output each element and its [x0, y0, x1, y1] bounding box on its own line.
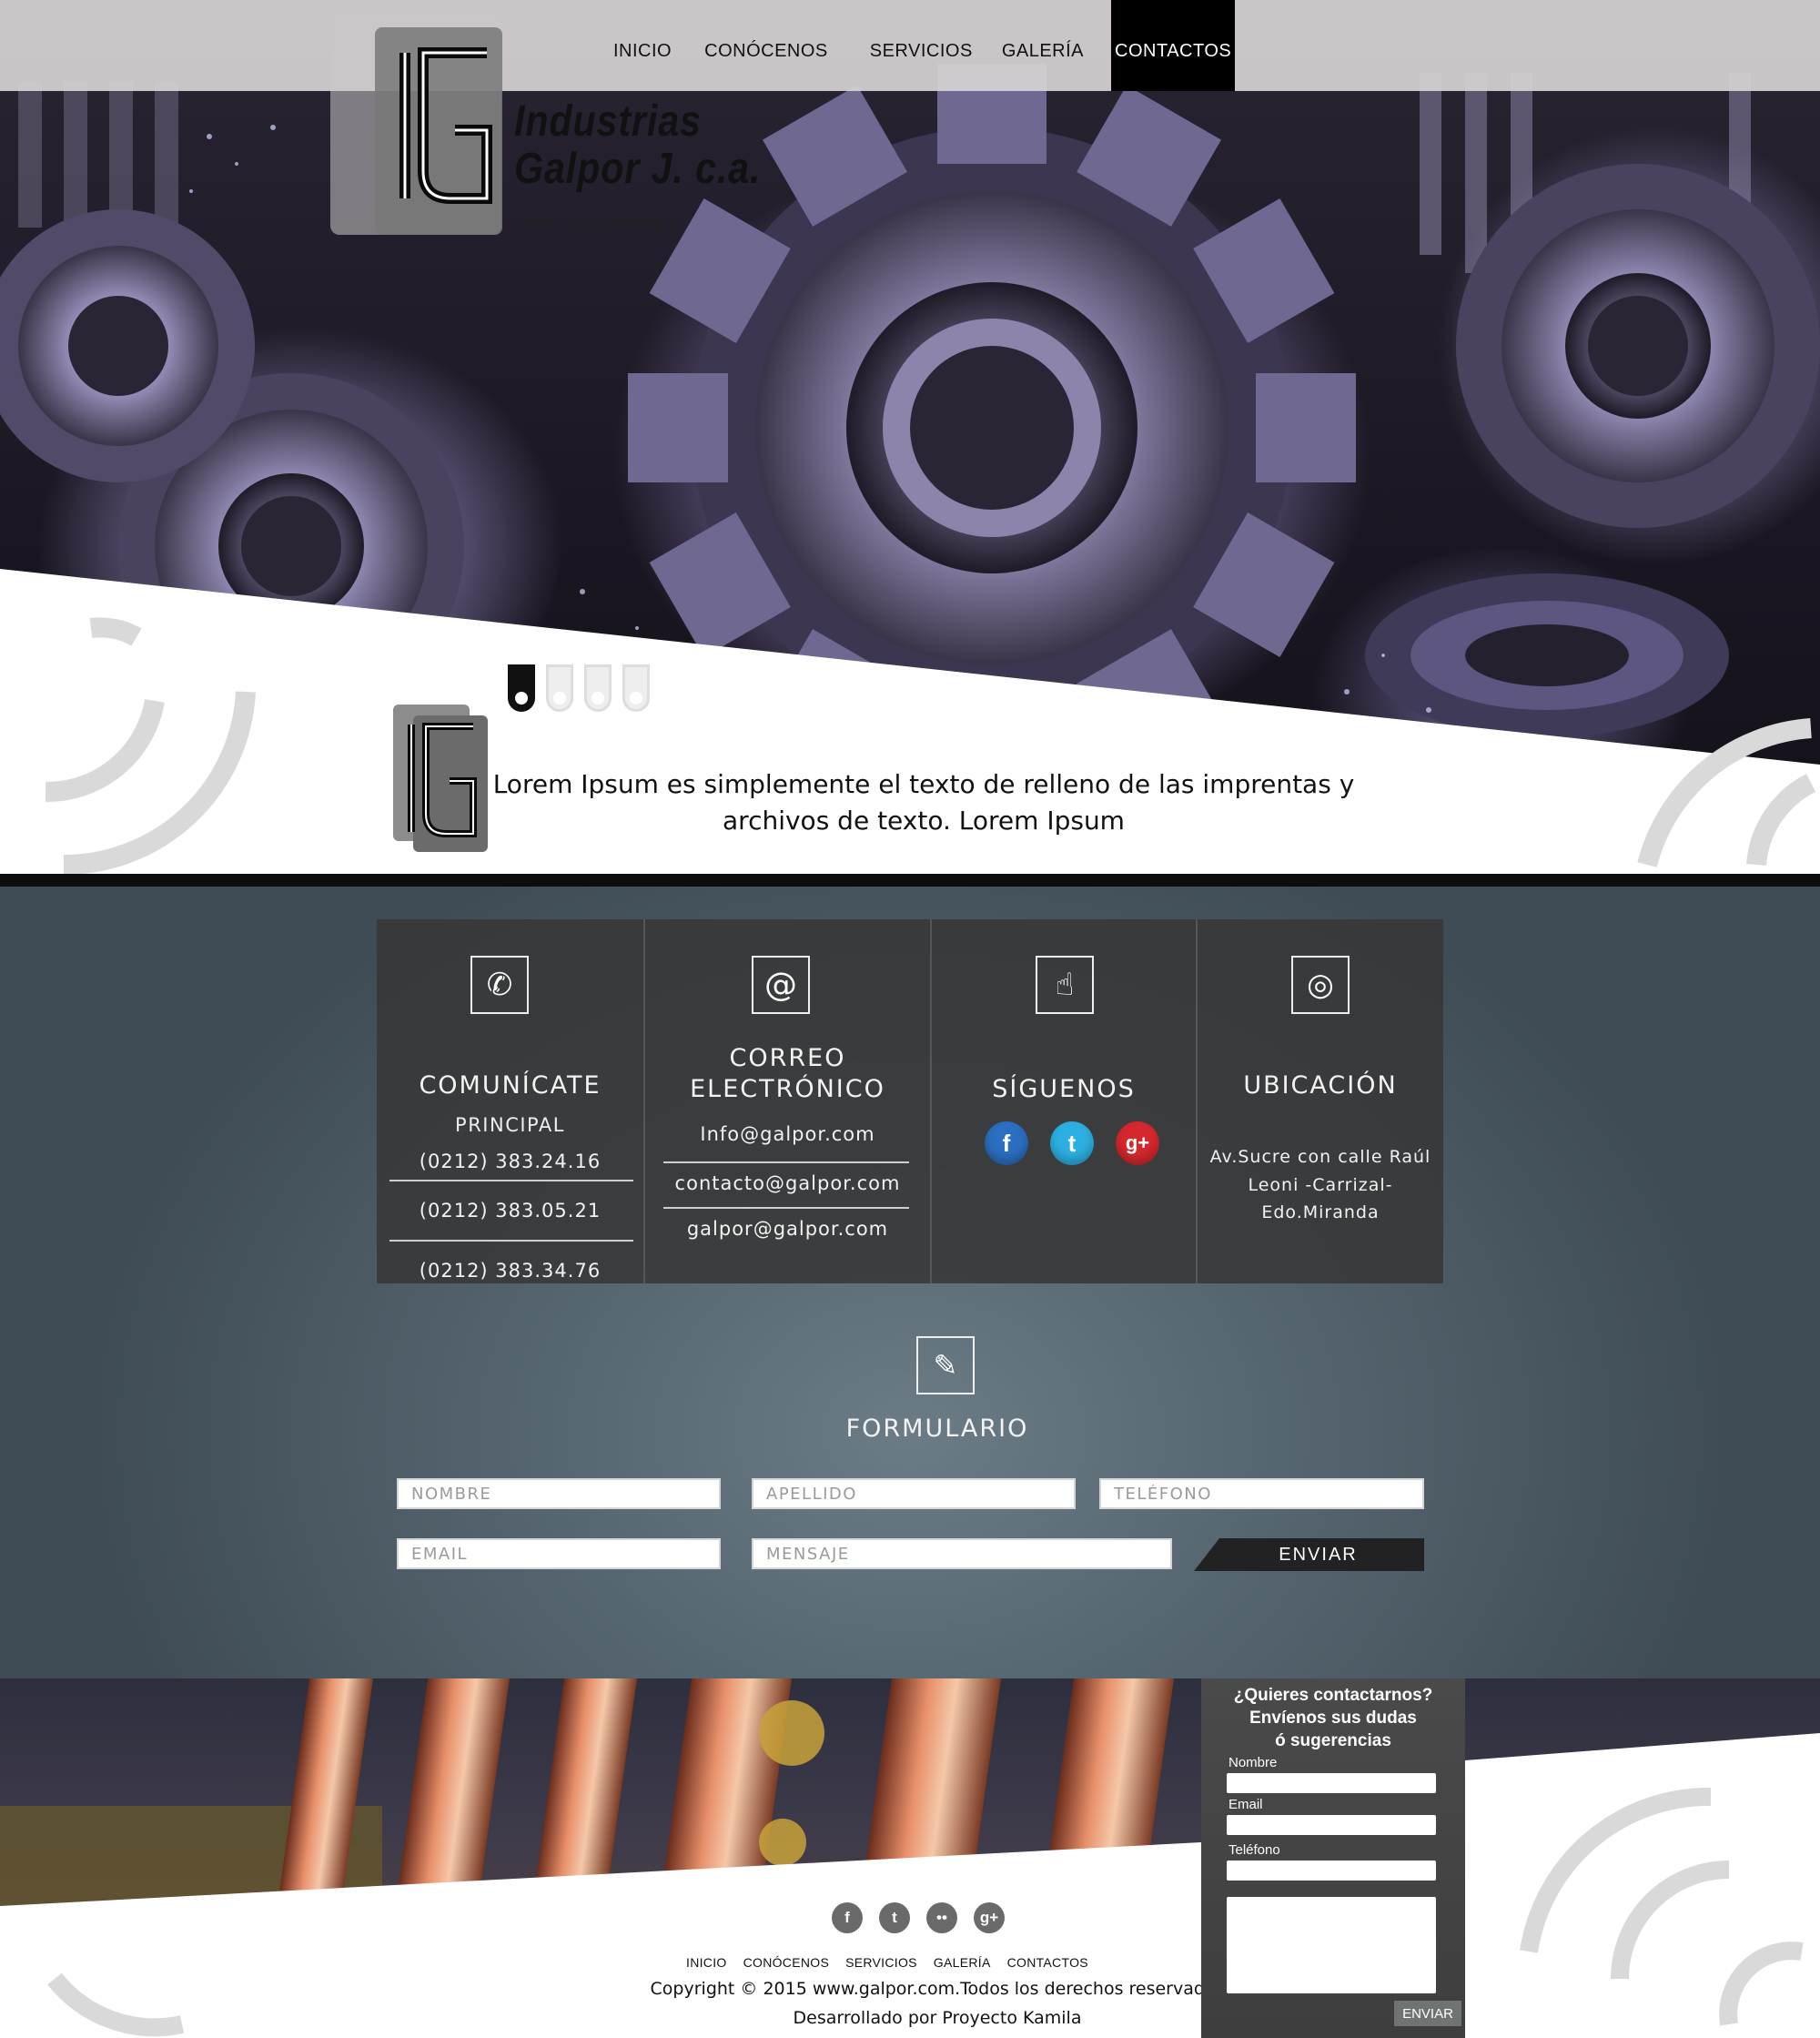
quick-telefono-input[interactable]: [1227, 1861, 1436, 1881]
quick-contact-heading-3: ó sugerencias: [1275, 1731, 1391, 1750]
facebook-icon[interactable]: f: [832, 1902, 863, 1933]
card-phone-subtitle: PRINCIPAL: [455, 1114, 565, 1136]
quick-enviar-button[interactable]: ENVIAR: [1394, 2001, 1461, 2026]
slider-dot-2[interactable]: [546, 664, 573, 712]
nav-item-inicio[interactable]: INICIO: [601, 0, 684, 91]
quick-email-input[interactable]: [1227, 1815, 1436, 1835]
enviar-button[interactable]: ENVIAR: [1194, 1538, 1424, 1571]
card-phone-title: COMUNÍCATE: [419, 1071, 602, 1100]
card-location-title: UBICACIÓN: [1243, 1071, 1398, 1100]
phone-number-1[interactable]: (0212) 383.24.16: [377, 1151, 643, 1172]
quick-telefono-label: Teléfono: [1228, 1842, 1280, 1858]
location-pin-icon: ◎: [1291, 956, 1350, 1014]
email-divider-1: [663, 1161, 909, 1163]
at-icon: @: [752, 956, 810, 1014]
brand-rif: RIF. J-31397459-1: [526, 215, 677, 235]
footer-nav-conocenos[interactable]: CONÓCENOS: [743, 1955, 830, 1970]
card-social-title: SÍGUENOS: [992, 1075, 1136, 1103]
address-line-2: Leoni -Carrizal-: [1248, 1175, 1393, 1195]
footer: f t •• g+ INICIO CONÓCENOS SERVICIOS GAL…: [0, 1678, 1820, 2038]
apellido-input[interactable]: [752, 1478, 1076, 1509]
hero-divider: [0, 874, 1820, 887]
quick-email-label: Email: [1228, 1797, 1263, 1812]
brand-name-line2: Galpor J. c.a.: [514, 145, 762, 193]
quick-nombre-input[interactable]: [1227, 1773, 1436, 1793]
intro-logo: [393, 705, 488, 852]
phone-number-2[interactable]: (0212) 383.05.21: [377, 1200, 643, 1222]
footer-nav: INICIO CONÓCENOS SERVICIOS GALERÍA CONTA…: [686, 1955, 1088, 1970]
nav-item-contactos[interactable]: CONTACTOS: [1111, 0, 1236, 91]
email-address-1[interactable]: Info@galpor.com: [645, 1123, 930, 1145]
telefono-input[interactable]: [1099, 1478, 1424, 1509]
mensaje-input[interactable]: [752, 1538, 1172, 1569]
hero-banner: INICIO CONÓCENOS SERVICIOS GALERÍA CONTA…: [0, 0, 1820, 887]
contact-cards: ✆ COMUNÍCATE PRINCIPAL (0212) 383.24.16 …: [377, 919, 1443, 1283]
phone-number-3[interactable]: (0212) 383.34.76: [377, 1260, 643, 1282]
main-nav: INICIO CONÓCENOS SERVICIOS GALERÍA CONTA…: [601, 0, 1236, 91]
email-divider-2: [663, 1207, 909, 1209]
contact-section: ✆ COMUNÍCATE PRINCIPAL (0212) 383.24.16 …: [0, 887, 1820, 1678]
nav-item-servicios[interactable]: SERVICIOS: [857, 0, 986, 91]
logo-ig-mark: [399, 47, 492, 204]
card-phone: ✆ COMUNÍCATE PRINCIPAL (0212) 383.24.16 …: [377, 919, 645, 1283]
email-address-3[interactable]: galpor@galpor.com: [645, 1218, 930, 1240]
hero-white-overlay: [0, 569, 1820, 887]
address-line-1: Av.Sucre con calle Raúl: [1209, 1147, 1431, 1167]
nombre-input[interactable]: [397, 1478, 721, 1509]
footer-nav-servicios[interactable]: SERVICIOS: [845, 1955, 917, 1970]
twitter-icon[interactable]: t: [879, 1902, 910, 1933]
email-input[interactable]: [397, 1538, 721, 1569]
flickr-icon[interactable]: ••: [926, 1902, 957, 1933]
hand-pointer-icon: ☝: [1036, 956, 1094, 1014]
facebook-icon[interactable]: f: [985, 1121, 1028, 1165]
email-address-2[interactable]: contacto@galpor.com: [645, 1172, 930, 1194]
quick-nombre-label: Nombre: [1228, 1755, 1278, 1770]
form-title: FORMULARIO: [845, 1414, 1029, 1443]
address-line-3: Edo.Miranda: [1261, 1202, 1380, 1222]
card-location: ◎ UBICACIÓN Av.Sucre con calle Raúl Leon…: [1198, 919, 1443, 1283]
card-email-title-1: CORREO: [729, 1044, 846, 1072]
slider-dot-3[interactable]: [584, 664, 612, 712]
footer-nav-contactos[interactable]: CONTACTOS: [1007, 1955, 1088, 1970]
google-plus-icon[interactable]: g+: [974, 1902, 1005, 1933]
phone-divider-1: [389, 1180, 633, 1181]
footer-nav-inicio[interactable]: INICIO: [686, 1955, 727, 1970]
quick-contact-form: ¿Quieres contactarnos? Envíenos sus duda…: [1201, 1678, 1465, 2038]
slider-dots: [508, 664, 650, 712]
quick-contact-heading: ¿Quieres contactarnos? Envíenos sus duda…: [1201, 1684, 1465, 1752]
phone-divider-2: [389, 1240, 633, 1242]
footer-nav-galeria[interactable]: GALERÍA: [934, 1955, 991, 1970]
nav-item-galeria[interactable]: GALERÍA: [989, 0, 1097, 91]
footer-social-links: f t •• g+: [832, 1902, 1005, 1933]
google-plus-icon[interactable]: g+: [1116, 1121, 1159, 1165]
nav-item-conocenos[interactable]: CONÓCENOS: [692, 0, 841, 91]
developer-credit: Desarrollado por Proyecto Kamila: [793, 2008, 1082, 2028]
copyright-text: Copyright © 2015 www.galpor.com.Todos lo…: [650, 1979, 1225, 1999]
pencil-icon: ✎: [916, 1336, 975, 1394]
card-email: @ CORREO ELECTRÓNICO Info@galpor.com con…: [645, 919, 932, 1283]
brand-name: Industrias Galpor J. c.a.: [514, 98, 761, 193]
card-social: ☝ SÍGUENOS f t g+: [932, 919, 1198, 1283]
quick-contact-heading-2: Envíenos sus dudas: [1249, 1708, 1417, 1728]
quick-contact-heading-1: ¿Quieres contactarnos?: [1233, 1686, 1433, 1705]
card-social-links: f t g+: [985, 1121, 1159, 1165]
intro-text: Lorem Ipsum es simplemente el texto de r…: [492, 769, 1355, 836]
brand-name-line1: Industrias: [514, 97, 702, 146]
twitter-icon[interactable]: t: [1050, 1121, 1094, 1165]
slider-dot-4[interactable]: [622, 664, 650, 712]
phone-icon: ✆: [470, 956, 529, 1014]
quick-message-textarea[interactable]: [1227, 1897, 1436, 1993]
slider-dot-1[interactable]: [508, 664, 535, 712]
card-email-title-2: ELECTRÓNICO: [690, 1075, 885, 1103]
